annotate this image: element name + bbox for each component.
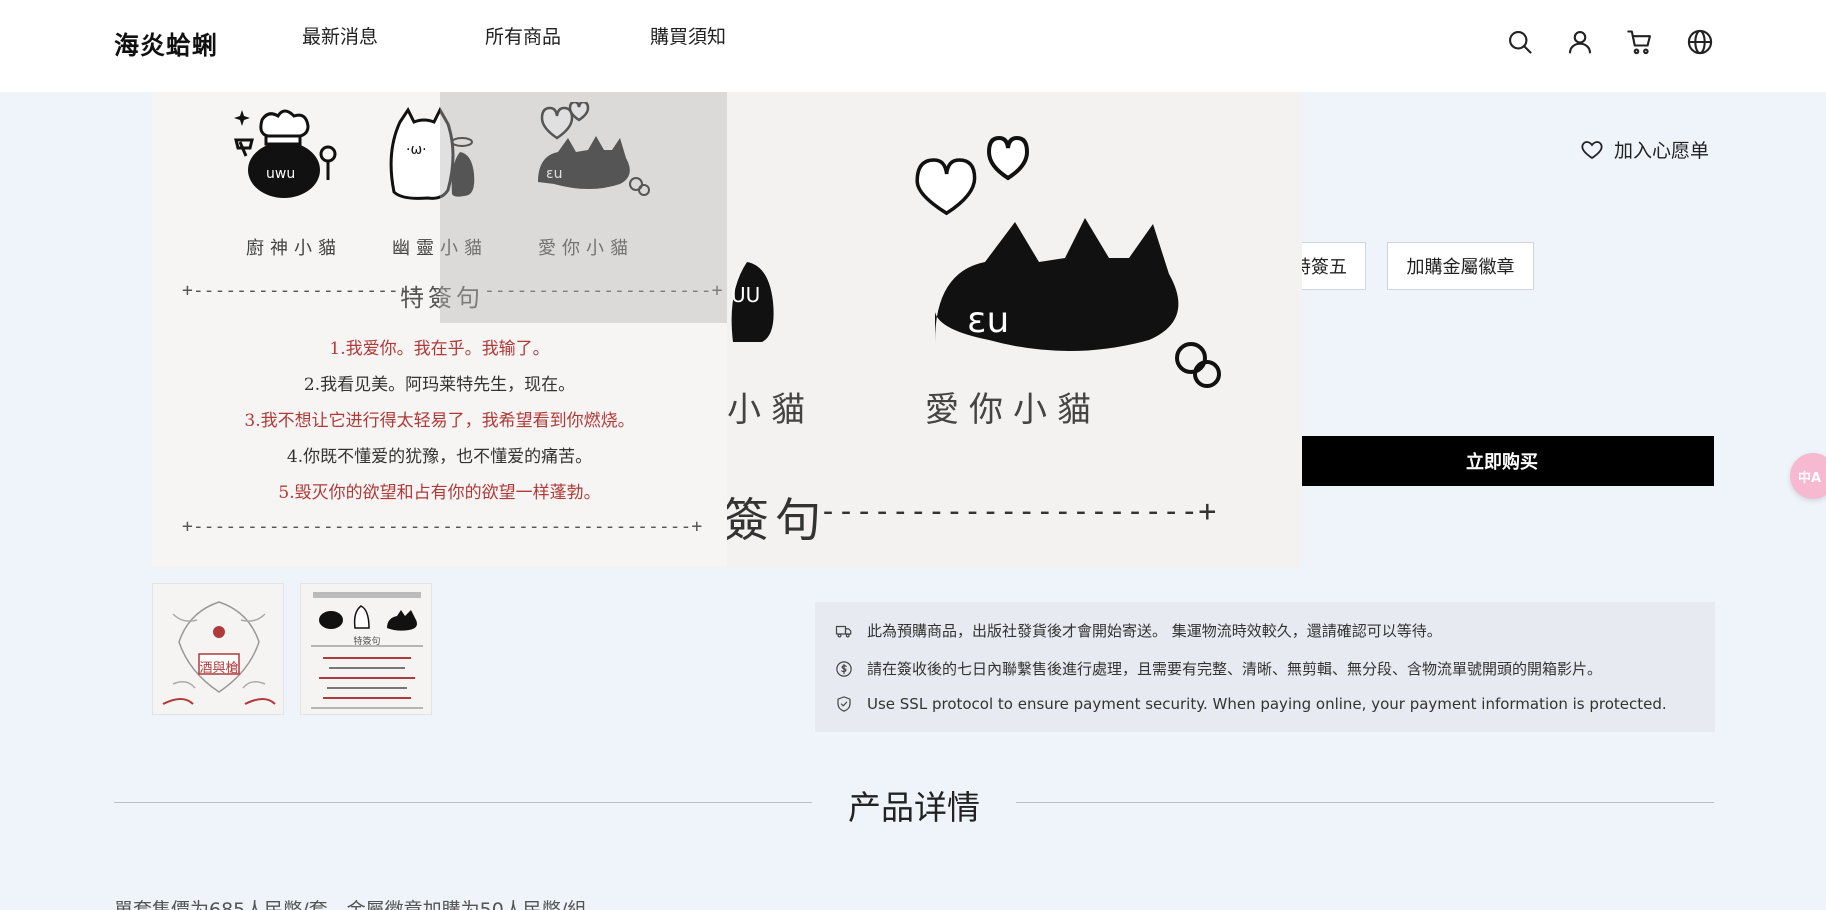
- security-info-row: Use SSL protocol to ensure payment secur…: [835, 695, 1667, 713]
- svg-text:UU: UU: [731, 283, 760, 307]
- bottom-divider: +---------------------------------------…: [182, 516, 703, 537]
- user-icon[interactable]: [1566, 28, 1594, 56]
- cart-icon[interactable]: [1626, 28, 1654, 56]
- ghost-cat-zoom: UU: [731, 262, 774, 342]
- shield-check-icon: [837, 696, 851, 712]
- site-logo[interactable]: 海炎蛤蜊: [114, 26, 218, 62]
- thumbnail-quote-art: [311, 592, 423, 709]
- love-cat-zoom: εu: [935, 218, 1221, 388]
- zoom-cat-label-right: 愛你小貓: [925, 390, 1101, 430]
- quote-line-3: 3.我不想让它进行得太轻易了，我希望看到你燃烧。: [244, 411, 635, 431]
- zoom-divider: ---------------------+: [819, 494, 1217, 529]
- zoom-cat-label-left: 小貓: [727, 390, 815, 430]
- thumbnail-2-title: 特簽句: [353, 637, 381, 647]
- globe-icon[interactable]: [1686, 28, 1714, 56]
- thumbnail-2[interactable]: 特簽句: [300, 583, 432, 715]
- quote-line-5: 5.毁灭你的欲望和占有你的欲望一样蓬勃。: [278, 483, 601, 503]
- shipping-info-box: 此為預購商品，出版社發貨後才會開始寄送。 集運物流時效較久，還請確認可以等待。 …: [815, 602, 1715, 732]
- nav-purchase-notice[interactable]: 購買須知: [650, 22, 726, 49]
- returns-info-row: 請在簽收後的七日內聯繫售後進行處理，且需要有完整、清晰、無剪輯、無分段、含物流單…: [835, 658, 1602, 679]
- language-float-button[interactable]: 中A: [1790, 453, 1826, 499]
- site-header: 海炎蛤蜊 最新消息 所有商品 購買須知: [0, 0, 1826, 92]
- add-to-wishlist-button[interactable]: 加入心愿单: [1580, 136, 1709, 163]
- thumbnail-1[interactable]: 酒與槍: [152, 583, 284, 715]
- details-divider-left: [114, 802, 812, 803]
- shipping-info-row: 此為預購商品，出版社發貨後才會開始寄送。 集運物流時效較久，還請確認可以等待。: [835, 620, 1442, 641]
- thumbnail-1-title: 酒與槍: [199, 661, 239, 676]
- chef-cat-illustration: uwu: [234, 109, 337, 198]
- option-metal-badge[interactable]: 加購金屬徽章: [1387, 242, 1534, 290]
- returns-info-text: 請在簽收後的七日內聯繫售後進行處理，且需要有完整、清晰、無剪輯、無分段、含物流單…: [867, 660, 1603, 678]
- wishlist-label: 加入心愿单: [1614, 140, 1710, 162]
- dollar-icon: [836, 660, 852, 677]
- nav-all-products[interactable]: 所有商品: [485, 22, 561, 49]
- quote-line-4: 4.你既不懂爱的犹豫，也不懂爱的痛苦。: [286, 447, 593, 467]
- zoomed-product-image: UU εu 小貓 愛你小貓 簽句 ---------------------+: [727, 92, 1302, 567]
- heart-icon: [1581, 140, 1603, 159]
- svg-text:εu: εu: [967, 300, 1009, 341]
- cat-label-chef: 廚神小貓: [246, 238, 342, 259]
- security-info-text: Use SSL protocol to ensure payment secur…: [867, 695, 1667, 713]
- truck-icon: [835, 625, 852, 637]
- details-divider-right: [1016, 802, 1714, 803]
- shipping-info-text: 此為預購商品，出版社發貨後才會開始寄送。 集運物流時效較久，還請確認可以等待。: [867, 622, 1442, 640]
- search-icon[interactable]: [1506, 28, 1534, 56]
- quote-line-2: 2.我看见美。阿玛莱特先生，现在。: [303, 375, 576, 395]
- zoom-section-fragment: 簽句: [727, 493, 827, 547]
- zoom-lens: [440, 92, 727, 323]
- thumbnail-cover-art: [162, 601, 276, 705]
- section-divider-left: +---------------------: [182, 280, 421, 301]
- product-details-title: 产品详情: [848, 788, 980, 827]
- svg-text:·ω·: ·ω·: [406, 142, 427, 158]
- quote-line-1: 1.我爱你。我在乎。我输了。: [329, 339, 550, 359]
- nav-latest-news[interactable]: 最新消息: [302, 22, 378, 49]
- buy-now-button[interactable]: 立即购买: [1290, 436, 1714, 486]
- price-note: 單套售價为685人民幣/套，金屬徽章加購为50人民幣/組: [114, 899, 587, 910]
- svg-text:uwu: uwu: [266, 166, 295, 182]
